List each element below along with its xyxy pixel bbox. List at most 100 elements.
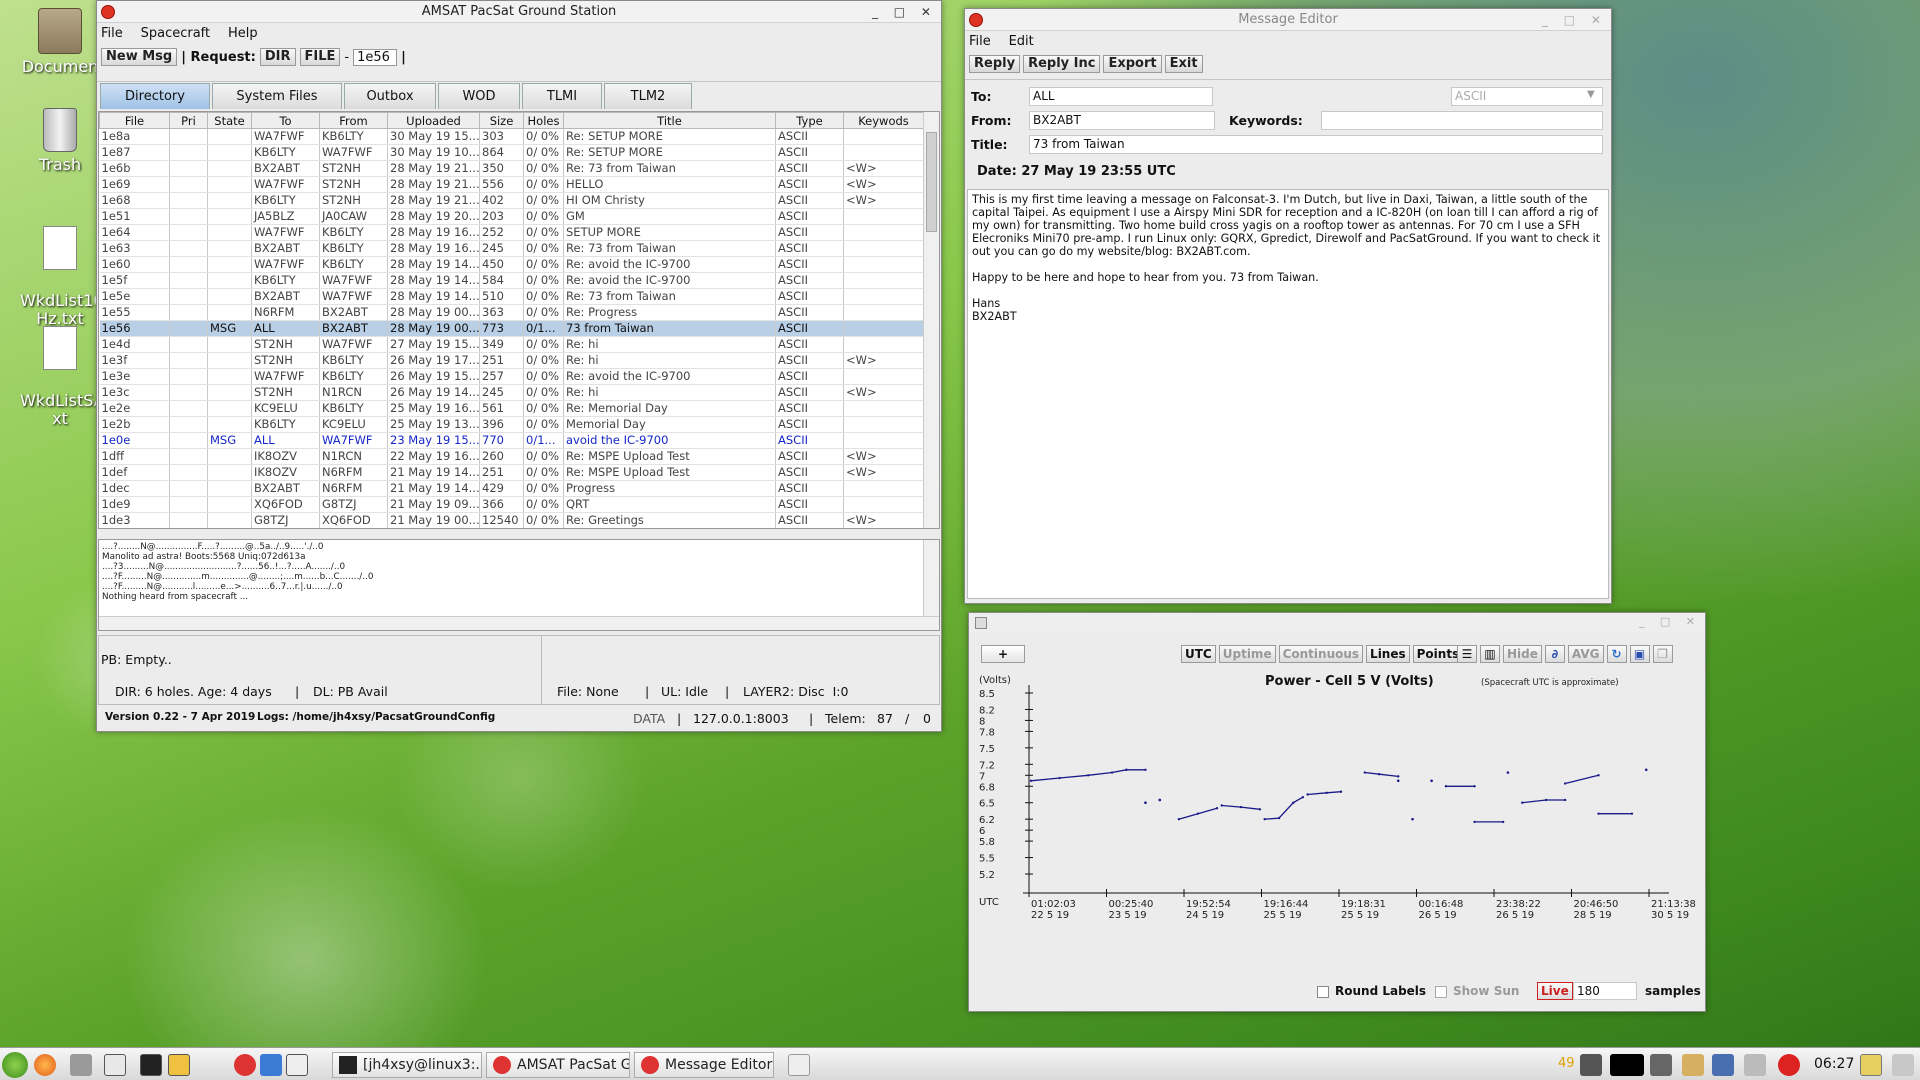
start-menu-icon[interactable] bbox=[2, 1052, 28, 1078]
table-row[interactable]: 1dff IK8OZV N1RCN 22 May 19 16... 260 0/ 0% Re… bbox=[99, 448, 924, 465]
table-row[interactable]: 1de9 XQ6FOD G8TZJ 21 May 19 09... 366 0/ 0% QR… bbox=[99, 496, 924, 513]
menu-file[interactable]: File bbox=[101, 26, 123, 41]
task-terminal[interactable]: [jh4xsy@linux3:... bbox=[332, 1052, 482, 1078]
copy-icon[interactable]: ❐ bbox=[1652, 645, 1673, 663]
refresh-icon[interactable]: ↻ bbox=[1606, 645, 1627, 663]
column-header[interactable]: Uploaded bbox=[387, 112, 480, 129]
display-icon[interactable] bbox=[1712, 1054, 1734, 1076]
menu-spacecraft[interactable]: Spacecraft bbox=[141, 26, 211, 41]
exit-button[interactable]: Exit bbox=[1164, 55, 1203, 73]
column-header[interactable]: From bbox=[319, 112, 388, 129]
table-row[interactable]: 1e56 MSG ALL BX2ABT 28 May 19 00... 773 0/1...… bbox=[99, 320, 924, 337]
live-button[interactable]: Live bbox=[1537, 982, 1573, 1000]
chevron-down-icon[interactable]: ▼ bbox=[1587, 89, 1595, 100]
main-titlebar[interactable]: AMSAT PacSat Ground Station _ □ ✕ bbox=[97, 1, 941, 23]
window-controls[interactable]: _ □ ✕ bbox=[1639, 615, 1701, 628]
column-header[interactable]: Pri bbox=[169, 112, 208, 129]
table-row[interactable]: 1dec BX2ABT N6RFM 21 May 19 14... 429 0/ 0% Pr… bbox=[99, 480, 924, 497]
window-controls[interactable]: _ □ ✕ bbox=[1542, 9, 1607, 31]
file-manager-icon[interactable] bbox=[70, 1054, 92, 1076]
save-icon[interactable]: ▣ bbox=[1629, 645, 1650, 663]
graph-button-continuous[interactable]: Continuous bbox=[1278, 645, 1364, 663]
column-header[interactable]: Holes bbox=[523, 112, 564, 129]
column-header[interactable]: File bbox=[99, 112, 170, 129]
directory-scrollbar[interactable] bbox=[923, 112, 939, 528]
menu-file[interactable]: File bbox=[969, 34, 991, 49]
table-row[interactable]: 1e60 WA7FWF KB6LTY 28 May 19 14... 450 0/ 0% R… bbox=[99, 256, 924, 273]
hide-button[interactable]: Hide bbox=[1503, 645, 1542, 663]
menu-help[interactable]: Help bbox=[228, 26, 258, 41]
pacsat-launcher-icon[interactable] bbox=[234, 1054, 256, 1076]
export-button[interactable]: Export bbox=[1103, 55, 1162, 73]
table-row[interactable]: 1e68 KB6LTY ST2NH 28 May 19 21... 402 0/ 0% HI… bbox=[99, 192, 924, 209]
column-header[interactable]: State bbox=[207, 112, 252, 129]
log-hscrollbar[interactable] bbox=[99, 616, 939, 630]
tab-tlmi[interactable]: TLMI bbox=[522, 83, 602, 109]
column-header[interactable]: To bbox=[251, 112, 320, 129]
title-field[interactable]: 73 from Taiwan bbox=[1029, 135, 1603, 154]
column-header[interactable]: Title bbox=[563, 112, 776, 129]
graph-button-utc[interactable]: UTC bbox=[1181, 645, 1216, 663]
table-row[interactable]: 1e4d ST2NH WA7FWF 27 May 19 15... 349 0/ 0% Re… bbox=[99, 336, 924, 353]
menu-edit[interactable]: Edit bbox=[1009, 34, 1034, 49]
network-icon[interactable] bbox=[1580, 1054, 1602, 1076]
table-row[interactable]: 1e6b BX2ABT ST2NH 28 May 19 21... 350 0/ 0% Re… bbox=[99, 160, 924, 177]
desktop-icon-trash[interactable]: Trash bbox=[20, 108, 100, 174]
round-labels-checkbox[interactable] bbox=[1317, 986, 1329, 998]
java-icon[interactable] bbox=[788, 1054, 810, 1076]
avg-button[interactable]: AVG bbox=[1567, 645, 1604, 663]
table-row[interactable]: 1e2e KC9ELU KB6LTY 25 May 19 16... 561 0/ 0% R… bbox=[99, 400, 924, 417]
firefox-icon[interactable] bbox=[34, 1054, 56, 1076]
log-scrollbar[interactable] bbox=[923, 540, 939, 616]
table-row[interactable]: 1e64 WA7FWF KB6LTY 28 May 19 16... 252 0/ 0% S… bbox=[99, 224, 924, 241]
new-msg-button[interactable]: New Msg bbox=[101, 48, 178, 66]
table-row[interactable]: 1de3 G8TZJ XQ6FOD 21 May 19 00... 12540 0/ 0%… bbox=[99, 512, 924, 528]
tab-outbox[interactable]: Outbox bbox=[344, 83, 436, 109]
terminal-icon[interactable] bbox=[1610, 1054, 1644, 1076]
printer-icon[interactable] bbox=[1650, 1054, 1672, 1076]
keyboard-icon[interactable] bbox=[1744, 1054, 1766, 1076]
table-row[interactable]: 1e69 WA7FWF ST2NH 28 May 19 21... 556 0/ 0% HE… bbox=[99, 176, 924, 193]
list-icon[interactable]: ☰ bbox=[1457, 645, 1477, 663]
launcher-icon[interactable] bbox=[260, 1054, 282, 1076]
task-message-editor[interactable]: Message Editor bbox=[634, 1052, 774, 1078]
table-row[interactable]: 1e5e BX2ABT WA7FWF 28 May 19 14... 510 0/ 0% R… bbox=[99, 288, 924, 305]
tab-wod[interactable]: WOD bbox=[438, 83, 520, 109]
table-row[interactable]: 1e0e MSG ALL WA7FWF 23 May 19 15... 770 0/1...… bbox=[99, 432, 924, 449]
table-row[interactable]: 1def IK8OZV N6RFM 21 May 19 14... 251 0/ 0% Re… bbox=[99, 464, 924, 481]
table-row[interactable]: 1e55 N6RFM BX2ABT 28 May 19 00... 363 0/ 0% Re… bbox=[99, 304, 924, 321]
show-desktop-icon[interactable] bbox=[104, 1054, 126, 1076]
tab-tlm2[interactable]: TLM2 bbox=[604, 83, 692, 109]
column-header[interactable]: Type bbox=[775, 112, 844, 129]
table-row[interactable]: 1e87 KB6LTY WA7FWF 30 May 19 10... 864 0/ 0% R… bbox=[99, 144, 924, 161]
file-id-input[interactable]: 1e56 bbox=[353, 48, 398, 66]
show-desktop-corner-icon[interactable] bbox=[1892, 1054, 1914, 1076]
clipboard-icon[interactable] bbox=[1682, 1054, 1704, 1076]
table-row[interactable]: 1e63 BX2ABT KB6LTY 28 May 19 16... 245 0/ 0% R… bbox=[99, 240, 924, 257]
samples-input[interactable]: 180 bbox=[1573, 982, 1637, 1000]
encoding-select[interactable]: ASCII bbox=[1451, 87, 1603, 106]
graph-button-uptime[interactable]: Uptime bbox=[1218, 645, 1276, 663]
column-header[interactable]: Keywods bbox=[843, 112, 924, 129]
weather-icon[interactable] bbox=[1860, 1054, 1882, 1076]
desktop-icon-file-2[interactable]: WkdListSA xt bbox=[20, 308, 105, 446]
table-row[interactable]: 1e5f KB6LTY WA7FWF 28 May 19 14... 584 0/ 0% R… bbox=[99, 272, 924, 289]
table-row[interactable]: 1e8a WA7FWF KB6LTY 30 May 19 15... 303 0/ 0% R… bbox=[99, 128, 924, 145]
derivative-icon[interactable]: ∂ bbox=[1544, 645, 1565, 663]
task-pacsat[interactable]: AMSAT PacSat G... bbox=[486, 1052, 630, 1078]
column-header[interactable]: Size bbox=[479, 112, 524, 129]
show-sun-checkbox[interactable] bbox=[1435, 986, 1447, 998]
keywords-field[interactable] bbox=[1321, 111, 1603, 130]
bug-icon[interactable] bbox=[1778, 1054, 1800, 1076]
dir-button[interactable]: DIR bbox=[259, 48, 296, 66]
table-row[interactable]: 1e3f ST2NH KB6LTY 26 May 19 17... 251 0/ 0% Re… bbox=[99, 352, 924, 369]
reply-button[interactable]: Reply bbox=[969, 55, 1021, 73]
launcher-icon[interactable] bbox=[286, 1054, 308, 1076]
table-row[interactable]: 1e3e WA7FWF KB6LTY 26 May 19 15... 257 0/ 0% R… bbox=[99, 368, 924, 385]
file-button[interactable]: FILE bbox=[299, 48, 341, 66]
window-controls[interactable]: _ □ ✕ bbox=[872, 1, 937, 23]
table-row[interactable]: 1e3c ST2NH N1RCN 26 May 19 14... 245 0/ 0% Re:… bbox=[99, 384, 924, 401]
add-graph-button[interactable]: + bbox=[981, 645, 1025, 663]
table-row[interactable]: 1e51 JA5BLZ JA0CAW 28 May 19 20... 203 0/ 0% G… bbox=[99, 208, 924, 225]
graph-button-points[interactable]: Points bbox=[1412, 645, 1464, 663]
